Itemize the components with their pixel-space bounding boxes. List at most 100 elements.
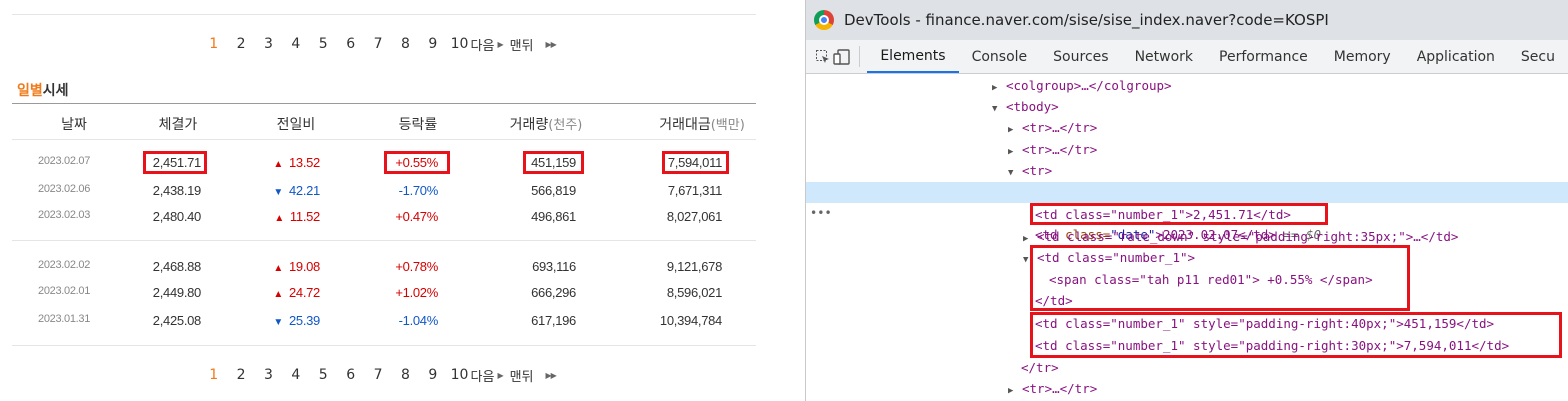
cell-change-value: 24.72 (288, 285, 320, 300)
page-link-4[interactable]: 4 (282, 36, 309, 52)
cell-change-value: 19.08 (288, 259, 320, 274)
tab-network[interactable]: Network (1122, 40, 1206, 73)
pagination-top: 1 2 3 4 5 6 7 8 9 10 다음 ▶ 맨뒤 ▶▶ (200, 34, 557, 54)
cell-change: ▲ 19.08 (268, 259, 320, 274)
cell-volume: 666,296 (531, 285, 576, 300)
tree-node-td-rate-down[interactable]: ▶ <td class="rate_down" style="padding-ri… (1023, 226, 1458, 247)
devtools-titlebar: DevTools - finance.naver.com/sise/sise_i… (806, 0, 1568, 40)
last-page-link[interactable]: 맨뒤 (510, 366, 534, 385)
tab-elements[interactable]: Elements (867, 40, 959, 73)
page-link-3[interactable]: 3 (255, 367, 282, 383)
cell-volume: 496,861 (531, 209, 576, 224)
page-link-3[interactable]: 3 (255, 36, 282, 52)
tab-security[interactable]: Secu (1508, 40, 1568, 73)
naver-finance-page: 1 2 3 4 5 6 7 8 9 10 다음 ▶ 맨뒤 ▶▶ 일별시세 날짜 … (0, 0, 800, 401)
double-caret-right-icon: ▶▶ (545, 39, 557, 49)
page-link-4[interactable]: 4 (282, 367, 309, 383)
caret-down-icon[interactable]: ▼ (992, 99, 1006, 120)
cell-amount: 8,596,021 (666, 285, 722, 300)
tree-node-text: </tr> (1021, 360, 1059, 375)
page-link-5[interactable]: 5 (310, 36, 337, 52)
cell-close: 2,438.19 (152, 183, 202, 198)
caret-right-icon[interactable]: ▶ (1008, 381, 1022, 401)
elements-tree: ▶ <colgroup>…</colgroup> ▼ <tbody> ▶ <tr>…<… (806, 74, 1568, 401)
divider (12, 139, 756, 140)
cell-close: 2,480.40 (152, 209, 202, 224)
cell-volume: 617,196 (531, 313, 576, 328)
cell-amount: 9,121,678 (666, 259, 722, 274)
next-page-link[interactable]: 다음 (471, 35, 495, 54)
devtools-title: DevTools - finance.naver.com/sise/sise_i… (844, 11, 1329, 29)
tab-memory[interactable]: Memory (1321, 40, 1404, 73)
cell-change: ▲ 24.72 (268, 285, 320, 300)
tree-node-text: <tr>…</tr> (1022, 120, 1098, 135)
tree-node-tr[interactable]: ▶ <tr>…</tr> (1008, 139, 1097, 160)
tab-application[interactable]: Application (1404, 40, 1508, 73)
section-title-accent: 일별 (17, 83, 43, 99)
page-link-2[interactable]: 2 (227, 36, 254, 52)
pagination-bottom: 1 2 3 4 5 6 7 8 9 10 다음 ▶ 맨뒤 ▶▶ (200, 365, 557, 385)
page-link-8[interactable]: 8 (392, 367, 419, 383)
divider (12, 14, 756, 15)
tree-node-colgroup[interactable]: ▶ <colgroup>…</colgroup> (992, 75, 1172, 96)
cell-date: 2023.02.01 (38, 285, 91, 297)
header-volume-label: 거래량 (509, 117, 549, 133)
page-link-2[interactable]: 2 (227, 367, 254, 383)
toolbar-divider (858, 46, 860, 67)
cell-volume: 566,819 (531, 183, 576, 198)
next-page-link[interactable]: 다음 (471, 366, 495, 385)
tree-node-tr[interactable]: ▶ <tr>…</tr> (1008, 378, 1097, 399)
tree-node-tr-close[interactable]: </tr> (1021, 357, 1059, 378)
caret-down-icon[interactable]: ▼ (1008, 163, 1022, 184)
highlight-box-close (143, 151, 207, 174)
tree-node-tr-open[interactable]: ▼ <tr> (1008, 160, 1052, 181)
page-link-7[interactable]: 7 (364, 367, 391, 383)
tree-node-text: <tr>…</tr> (1022, 381, 1098, 396)
page-link-5[interactable]: 5 (310, 367, 337, 383)
tree-node-selected-td-date[interactable]: ••• <td class="date">2023.02.07</td> == … (806, 182, 1568, 242)
table-row: 2023.02.01 2,449.80 ▲ 24.72 +1.02% 666,296 8,5… (0, 282, 800, 306)
device-toggle-icon[interactable] (832, 40, 850, 73)
tab-sources[interactable]: Sources (1040, 40, 1121, 73)
tab-console[interactable]: Console (959, 40, 1041, 73)
cell-rate: +0.78% (395, 259, 438, 274)
tree-node-text: <td class="rate_down" style="padding-rig… (1037, 229, 1459, 244)
cell-close: 2,468.88 (152, 259, 202, 274)
inspect-icon[interactable] (814, 40, 832, 73)
cell-change: ▼ 42.21 (268, 183, 320, 198)
tree-node-tr[interactable]: ▶ <tr>…</tr> (1008, 117, 1097, 138)
cell-rate: -1.04% (398, 313, 439, 328)
page-link-7[interactable]: 7 (364, 36, 391, 52)
table-top-border (12, 103, 756, 104)
highlight-box-rate (384, 151, 450, 174)
tree-node-tbody[interactable]: ▼ <tbody> (992, 96, 1059, 117)
tree-node-text: <colgroup>…</colgroup> (1006, 78, 1172, 93)
tree-node-text: <tbody> (1006, 99, 1059, 114)
divider (12, 240, 756, 241)
page-link-9[interactable]: 9 (419, 367, 446, 383)
table-row: 2023.01.31 2,425.08 ▼ 25.39 -1.04% 617,196 10,… (0, 310, 800, 334)
table-row: 2023.02.02 2,468.88 ▲ 19.08 +0.78% 693,116 9,1… (0, 256, 800, 280)
devtools-tabbar: Elements Console Sources Network Perform… (806, 40, 1568, 74)
cell-rate: -1.70% (398, 183, 439, 198)
triangle-up-icon: ▲ (273, 159, 283, 170)
page-link-10[interactable]: 10 (449, 36, 471, 52)
page-link-1[interactable]: 1 (200, 367, 227, 383)
more-options-icon[interactable]: ••• (810, 203, 832, 224)
last-page-link[interactable]: 맨뒤 (510, 35, 534, 54)
cell-date: 2023.02.03 (38, 209, 91, 221)
page-link-10[interactable]: 10 (449, 367, 471, 383)
page-link-9[interactable]: 9 (419, 36, 446, 52)
caret-right-icon[interactable]: ▶ (1008, 120, 1022, 141)
page-link-6[interactable]: 6 (337, 367, 364, 383)
cell-date: 2023.02.02 (38, 259, 91, 271)
highlight-box-close-node (1030, 203, 1328, 225)
cell-volume: 693,116 (532, 259, 576, 274)
header-amount: 거래대금(백만) (644, 114, 760, 134)
page-link-6[interactable]: 6 (337, 36, 364, 52)
page-link-8[interactable]: 8 (392, 36, 419, 52)
header-amount-unit: (백만) (710, 118, 745, 133)
tab-performance[interactable]: Performance (1206, 40, 1321, 73)
page-link-1[interactable]: 1 (200, 36, 227, 52)
header-volume: 거래량(천주) (506, 114, 586, 134)
